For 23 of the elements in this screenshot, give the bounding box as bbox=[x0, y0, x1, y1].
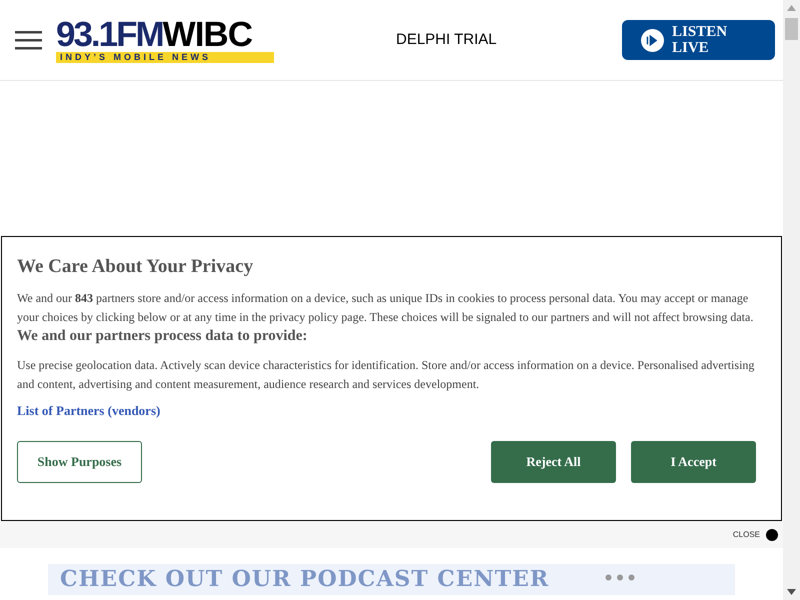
consent-purposes: Use precise geolocation data. Actively scan device characteristics for identification. Store and/or access information on a device. Personalised advertising and content, advertising and content measurement, audience research and services development. bbox=[17, 357, 756, 393]
listen-live-label: LIVE bbox=[672, 40, 710, 56]
close-dot-icon[interactable] bbox=[766, 528, 778, 540]
scrollbar-thumb[interactable] bbox=[785, 18, 798, 40]
logo[interactable]: 93.1FMWIBC INDY’S MOBILE NEWS bbox=[56, 18, 274, 62]
listen-live-label: LISTEN bbox=[672, 24, 728, 40]
logo-brand: WIBC bbox=[162, 16, 252, 52]
consent-subtitle: We and our partners process data to provide: bbox=[17, 327, 308, 346]
partners-link[interactable]: List of Partners (vendors) bbox=[17, 403, 160, 418]
loading-dots-icon bbox=[605, 574, 635, 581]
consent-button[interactable]: Reject All bbox=[491, 441, 616, 483]
consent-button[interactable]: I Accept bbox=[631, 441, 756, 483]
dialog-title: We Care About Your Privacy bbox=[17, 255, 254, 279]
scroll-down-icon[interactable] bbox=[787, 589, 796, 595]
nav-link[interactable]: DELPHI TRIAL bbox=[396, 28, 497, 52]
logo-tagline: INDY’S MOBILE NEWS bbox=[56, 52, 274, 62]
logo-frequency: 93.1FM bbox=[56, 16, 163, 52]
menu-icon[interactable] bbox=[15, 30, 42, 50]
listen-live-button[interactable]: LISTEN LIVE bbox=[622, 20, 775, 60]
consent-intro: We and our 843 partners store and/or access information on a device, such as unique IDs in cookies to process personal data. You may accept or manage your choices by clicking below or at any time in the privacy policy page. These choices will be signaled to our partners and will not affect browsing data. bbox=[17, 290, 754, 326]
close-label[interactable]: CLOSE bbox=[732, 528, 760, 540]
play-icon bbox=[641, 28, 664, 52]
show-purposes-button[interactable]: Show Purposes bbox=[17, 441, 142, 483]
